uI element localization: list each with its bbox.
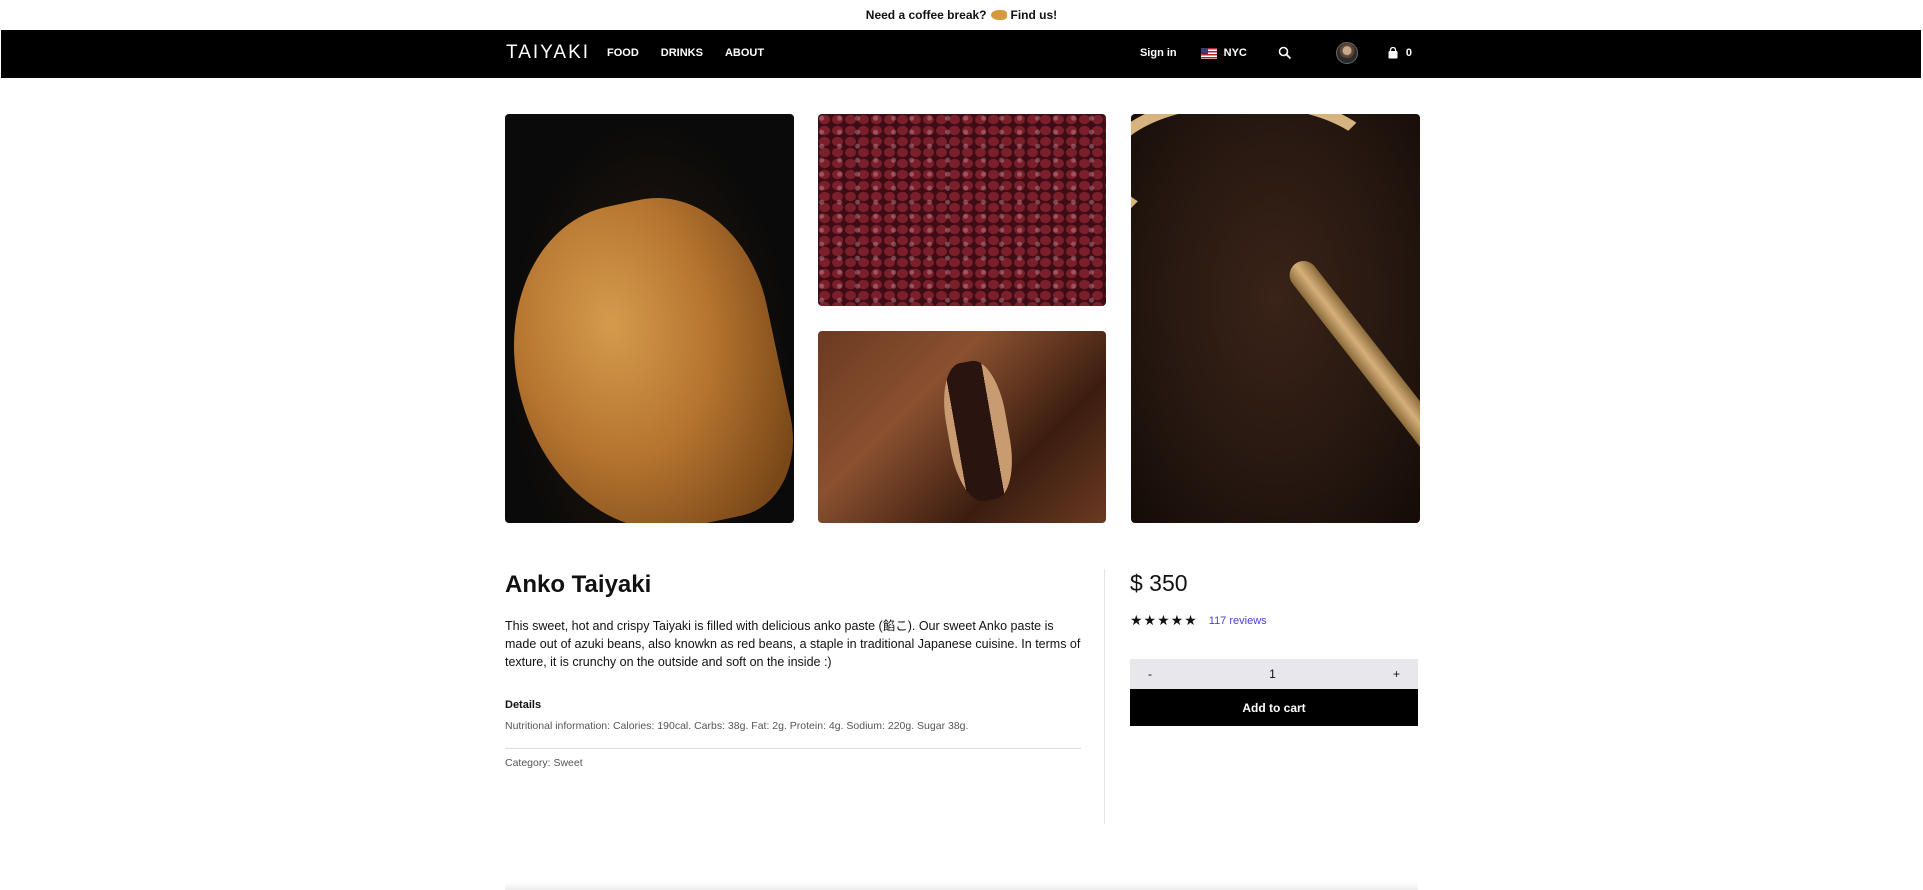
- footer-edge: [505, 882, 1418, 890]
- taiyaki-icon: [990, 10, 1007, 20]
- search-icon[interactable]: [1278, 46, 1292, 60]
- product-title: Anko Taiyaki: [505, 571, 652, 598]
- find-us-link[interactable]: Find us!: [1011, 8, 1058, 22]
- vertical-divider: [1104, 569, 1105, 824]
- increase-quantity-button[interactable]: +: [1393, 667, 1400, 681]
- anko-paste-image: [1131, 114, 1420, 523]
- purchase-panel: $ 350 ★★★★★ 117 reviews - 1 + Add to car…: [1130, 565, 1418, 726]
- star-rating: ★★★★★: [1130, 612, 1198, 628]
- shopping-bag-icon: [1388, 47, 1398, 59]
- divider: [505, 748, 1081, 749]
- nav-drinks[interactable]: DRINKS: [661, 47, 703, 59]
- us-flag-icon: [1200, 47, 1217, 59]
- location-selector[interactable]: NYC: [1200, 47, 1247, 59]
- page: Need a coffee break? Find us! TAIYAKI FO…: [0, 0, 1923, 890]
- quantity-value[interactable]: 1: [1269, 667, 1276, 681]
- details-heading: Details: [505, 699, 542, 711]
- rating-row: ★★★★★ 117 reviews: [1130, 612, 1418, 629]
- announcement-text: Need a coffee break?: [865, 8, 987, 22]
- product-price: $ 350: [1130, 570, 1188, 596]
- cart-count: 0: [1405, 47, 1412, 59]
- logo[interactable]: TAIYAKI: [506, 42, 590, 64]
- product-category: Category: Sweet: [505, 757, 583, 769]
- quantity-stepper: - 1 +: [1130, 659, 1418, 689]
- cart-button[interactable]: 0: [1387, 47, 1412, 59]
- cut-taiyaki-image: [818, 331, 1106, 523]
- nav-food[interactable]: FOOD: [607, 47, 639, 59]
- nutrition-info: Nutritional information: Calories: 190ca…: [505, 720, 969, 732]
- nav-right: Sign in NYC 0: [1140, 42, 1412, 64]
- decrease-quantity-button[interactable]: -: [1148, 667, 1152, 681]
- reviews-link[interactable]: 117 reviews: [1209, 615, 1267, 627]
- main-nav: FOOD DRINKS ABOUT: [607, 47, 764, 59]
- product-info: Anko Taiyaki This sweet, hot and crispy …: [505, 565, 1081, 769]
- sign-in-link[interactable]: Sign in: [1140, 47, 1177, 59]
- product-gallery: [505, 114, 1420, 523]
- azuki-beans-image: [818, 114, 1106, 306]
- avatar[interactable]: [1335, 42, 1358, 64]
- announcement-bar: Need a coffee break? Find us!: [0, 0, 1923, 30]
- taiyaki-fish-image: [505, 114, 794, 523]
- product-description: This sweet, hot and crispy Taiyaki is fi…: [505, 619, 1081, 669]
- location-label: NYC: [1223, 47, 1247, 59]
- top-navbar: TAIYAKI FOOD DRINKS ABOUT Sign in NYC 0: [1, 30, 1921, 78]
- add-to-cart-button[interactable]: Add to cart: [1130, 689, 1418, 726]
- nav-about[interactable]: ABOUT: [725, 47, 764, 59]
